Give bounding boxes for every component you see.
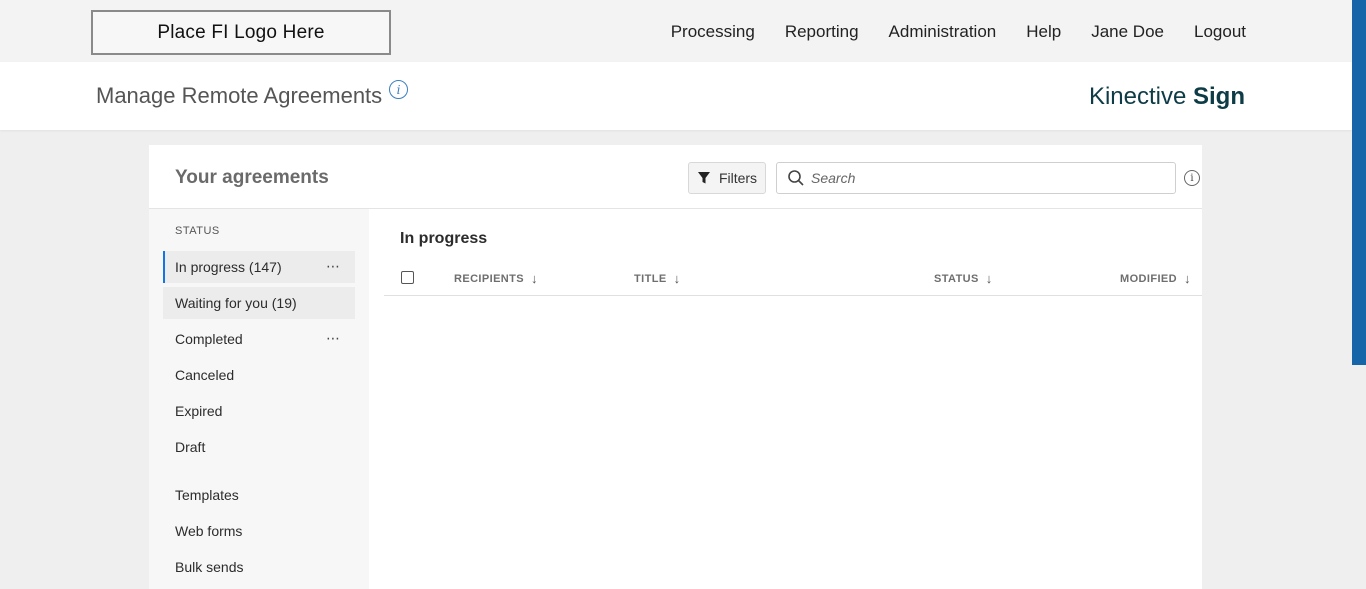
fi-logo-placeholder[interactable]: Place FI Logo Here — [91, 10, 391, 55]
sidebar-item-waiting-for-you[interactable]: Waiting for you (19) — [163, 287, 355, 319]
page-title-bar: Manage Remote Agreements i Kinective Sig… — [0, 62, 1352, 130]
table-header: RECIPIENTS ↓ TITLE ↓ STATUS ↓ MODIFIED ↓ — [384, 259, 1202, 296]
column-label: RECIPIENTS — [454, 272, 525, 285]
nav-administration[interactable]: Administration — [889, 22, 997, 42]
brand-logo: Kinective Sign — [1089, 83, 1245, 111]
search-input[interactable] — [811, 170, 1151, 186]
column-header-title[interactable]: TITLE ↓ — [634, 271, 680, 286]
sidebar-item-expired[interactable]: Expired — [163, 395, 355, 427]
status-sidebar: STATUS In progress (147) ⋯ Waiting for y… — [149, 209, 369, 589]
filters-button[interactable]: Filters — [688, 162, 766, 194]
top-navigation-bar: Place FI Logo Here Processing Reporting … — [0, 0, 1366, 62]
sidebar-item-label: Templates — [175, 487, 239, 503]
more-options-icon[interactable]: ⋯ — [326, 331, 341, 345]
sidebar-item-label: In progress (147) — [175, 259, 282, 275]
sort-arrow-down-icon: ↓ — [531, 271, 538, 286]
nav-user-name[interactable]: Jane Doe — [1091, 22, 1164, 42]
main-nav: Processing Reporting Administration Help… — [641, 22, 1246, 42]
status-heading: STATUS — [175, 225, 220, 237]
more-options-icon[interactable]: ⋯ — [326, 259, 341, 273]
sidebar-item-label: Expired — [175, 403, 223, 419]
column-label: TITLE — [634, 272, 667, 285]
search-icon — [788, 170, 804, 186]
panel-title: Your agreements — [175, 167, 329, 188]
select-all-checkbox[interactable] — [401, 271, 414, 284]
nav-help[interactable]: Help — [1026, 22, 1061, 42]
sidebar-item-bulk-sends[interactable]: Bulk sends — [163, 551, 355, 583]
sidebar-item-label: Completed — [175, 331, 243, 347]
sidebar-item-label: Waiting for you (19) — [175, 295, 297, 311]
column-header-status[interactable]: STATUS ↓ — [934, 271, 993, 286]
column-header-recipients[interactable]: RECIPIENTS ↓ — [454, 271, 538, 286]
sidebar-item-draft[interactable]: Draft — [163, 431, 355, 463]
panel-header: Your agreements Filters i — [149, 145, 1202, 209]
search-info-icon[interactable]: i — [1184, 170, 1200, 186]
sidebar-item-label: Web forms — [175, 523, 243, 539]
sidebar-item-canceled[interactable]: Canceled — [163, 359, 355, 391]
sidebar-item-label: Draft — [175, 439, 206, 455]
sidebar-item-in-progress[interactable]: In progress (147) ⋯ — [163, 251, 355, 283]
section-title: In progress — [400, 230, 488, 247]
page-title: Manage Remote Agreements — [96, 83, 383, 108]
sidebar-item-label: Bulk sends — [175, 559, 244, 575]
sidebar-item-templates[interactable]: Templates — [163, 479, 355, 511]
sort-arrow-down-icon: ↓ — [1183, 271, 1191, 286]
nav-logout[interactable]: Logout — [1194, 22, 1246, 42]
info-icon[interactable]: i — [389, 80, 408, 99]
column-header-modified[interactable]: MODIFIED ↓ — [1120, 271, 1191, 286]
column-label: STATUS — [934, 272, 979, 285]
filter-icon — [697, 172, 710, 184]
brand-name-bold: Sign — [1193, 83, 1245, 110]
page-scrollbar-thumb[interactable] — [1352, 0, 1366, 365]
sidebar-item-completed[interactable]: Completed ⋯ — [163, 323, 355, 355]
filters-label: Filters — [718, 170, 758, 186]
column-label: MODIFIED — [1120, 272, 1177, 285]
sidebar-item-label: Canceled — [175, 367, 235, 383]
brand-name-light: Kinective — [1088, 83, 1193, 110]
sort-arrow-down-icon: ↓ — [985, 271, 993, 286]
search-box — [776, 162, 1176, 194]
nav-reporting[interactable]: Reporting — [785, 22, 859, 42]
agreements-panel: Your agreements Filters i STATUS In prog… — [149, 145, 1202, 589]
nav-processing[interactable]: Processing — [671, 22, 755, 42]
sidebar-item-web-forms[interactable]: Web forms — [163, 515, 355, 547]
sort-arrow-down-icon: ↓ — [673, 271, 681, 286]
